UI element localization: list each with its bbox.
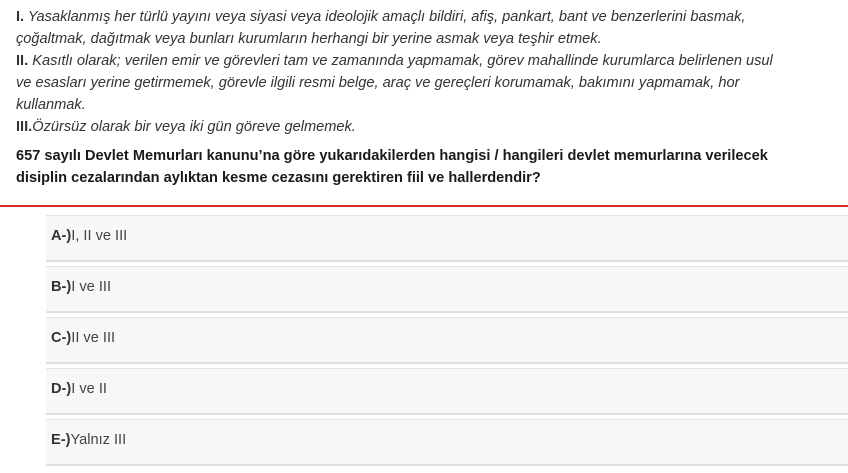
option-b-text: I ve III (71, 279, 112, 295)
statement-3-line-1: Özürsüz olarak bir veya iki gün göreve g… (32, 119, 356, 135)
answer-options: A-)I, II ve III B-)I ve III C-)II ve III… (0, 215, 848, 470)
option-e[interactable]: E-)Yalnız III (0, 419, 848, 466)
statement-2-line-2: ve esasları yerine getirmemek, görevle i… (16, 75, 740, 91)
option-d[interactable]: D-)I ve II (0, 368, 848, 415)
option-b-box[interactable] (46, 266, 848, 313)
option-d-marker[interactable] (8, 368, 46, 414)
option-e-letter: E-) (51, 432, 71, 448)
option-c-box[interactable] (46, 317, 848, 364)
option-a[interactable]: A-)I, II ve III (0, 215, 848, 262)
statement-2-line-1: Kasıtlı olarak; verilen emir ve görevler… (28, 53, 773, 69)
option-d-box[interactable] (46, 368, 848, 415)
statement-2-line-3: kullanmak. (16, 97, 86, 113)
statement-2-numeral: II. (16, 53, 29, 69)
statement-3-numeral: III. (16, 119, 33, 135)
option-b-letter: B-) (51, 279, 72, 295)
option-e-label[interactable]: E-)Yalnız III (51, 432, 126, 448)
option-a-letter: A-) (51, 228, 72, 244)
question-prompt-line-1: 657 sayılı Devlet Memurları kanunu’na gö… (16, 148, 768, 164)
option-a-box[interactable] (46, 215, 848, 262)
option-b-label[interactable]: B-)I ve III (51, 279, 111, 295)
option-d-letter: D-) (51, 381, 72, 397)
option-e-box[interactable] (46, 419, 848, 466)
option-a-text: I, II ve III (71, 228, 128, 244)
option-c[interactable]: C-)II ve III (0, 317, 848, 364)
option-a-marker[interactable] (8, 215, 46, 261)
option-c-text: II ve III (71, 330, 116, 346)
option-c-label[interactable]: C-)II ve III (51, 330, 115, 346)
option-c-marker[interactable] (8, 317, 46, 363)
statement-1: I. Yasaklanmış her türlü yayını veya siy… (16, 6, 846, 50)
option-b-marker[interactable] (8, 266, 46, 312)
statement-1-line-2: çoğaltmak, dağıtmak veya bunları kurumla… (16, 31, 602, 47)
option-d-label[interactable]: D-)I ve II (51, 381, 107, 397)
statement-3: III.Özürsüz olarak bir veya iki gün göre… (16, 116, 846, 138)
option-a-label[interactable]: A-)I, II ve III (51, 228, 127, 244)
question-prompt: 657 sayılı Devlet Memurları kanunu’na gö… (16, 145, 846, 189)
question-divider (0, 205, 848, 207)
question-prompt-line-2: disiplin cezalarından aylıktan kesme cez… (16, 170, 541, 186)
option-c-letter: C-) (51, 330, 72, 346)
option-e-marker[interactable] (8, 419, 46, 465)
statement-2: II. Kasıtlı olarak; verilen emir ve göre… (16, 50, 846, 116)
statement-1-numeral: I. (16, 9, 25, 25)
option-d-text: I ve II (71, 381, 107, 397)
question-area: I. Yasaklanmış her türlü yayını veya siy… (16, 6, 846, 189)
option-e-text: Yalnız III (70, 432, 127, 448)
option-b[interactable]: B-)I ve III (0, 266, 848, 313)
statement-1-line-1: Yasaklanmış her türlü yayını veya siyasi… (24, 9, 746, 25)
